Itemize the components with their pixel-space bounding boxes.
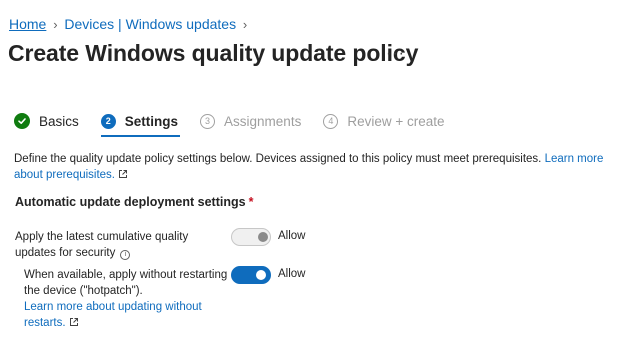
section-title: Automatic update deployment settings * (15, 195, 253, 209)
more-options-icon[interactable]: ··· (386, 45, 405, 63)
hotpatch-label: When available, apply without restarting… (24, 267, 234, 331)
section-title-text: Automatic update deployment settings (15, 195, 246, 209)
step-basics[interactable]: Basics (14, 113, 79, 137)
step-number: 4 (323, 113, 339, 129)
hotpatch-label-text: When available, apply without restarting… (24, 269, 228, 297)
security-updates-toggle[interactable] (231, 228, 271, 246)
external-link-icon (119, 170, 128, 178)
toggle-knob (258, 232, 268, 242)
step-label: Settings (124, 113, 179, 129)
security-updates-label: Apply the latest cumulative quality upda… (15, 229, 215, 261)
security-updates-toggle-label: Allow (278, 230, 306, 242)
description-text: Define the quality update policy setting… (14, 153, 542, 165)
breadcrumb-home-link[interactable]: Home (9, 16, 46, 32)
step-label: Assignments (224, 113, 302, 129)
step-label: Basics (39, 113, 79, 129)
wizard-steps: Basics 2 Settings 3 Assignments 4 Review… (14, 113, 467, 137)
step-settings[interactable]: 2 Settings (100, 113, 181, 137)
description: Define the quality update policy setting… (14, 151, 630, 183)
step-review-create[interactable]: 4 Review + create (323, 113, 445, 137)
breadcrumb: Home › Devices | Windows updates › (9, 16, 254, 32)
toggle-knob (256, 270, 266, 280)
hotpatch-toggle[interactable] (231, 266, 271, 284)
hotpatch-learn-more-text: Learn more about updating without restar… (24, 301, 202, 329)
step-assignments[interactable]: 3 Assignments (200, 113, 302, 137)
checkmark-icon (14, 113, 30, 129)
step-number: 3 (200, 113, 216, 129)
page-title: Create Windows quality update policy (8, 40, 419, 66)
external-link-icon (69, 318, 78, 326)
step-label: Review + create (347, 113, 445, 129)
security-updates-label-text: Apply the latest cumulative quality upda… (15, 231, 189, 259)
hotpatch-learn-more-link[interactable]: Learn more about updating without restar… (24, 301, 202, 329)
chevron-right-icon: › (242, 16, 248, 32)
required-mark: * (248, 195, 254, 209)
hotpatch-toggle-label: Allow (278, 268, 306, 280)
breadcrumb-devices-link[interactable]: Devices | Windows updates (64, 16, 236, 32)
info-icon[interactable]: i (120, 250, 131, 260)
step-number: 2 (100, 113, 116, 129)
chevron-right-icon: › (53, 16, 58, 32)
